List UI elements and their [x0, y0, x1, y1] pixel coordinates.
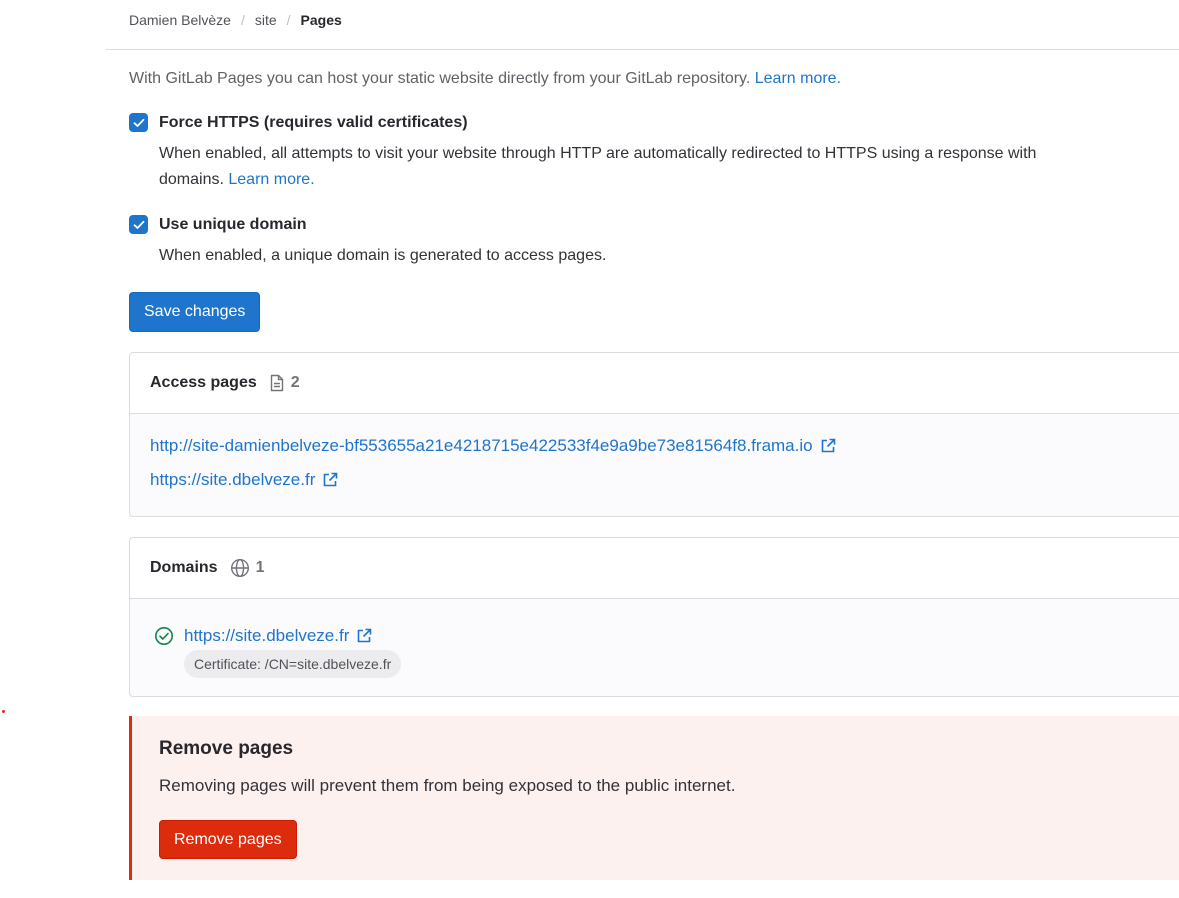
force-https-help-line2: domains. [159, 171, 229, 188]
remove-pages-title: Remove pages [159, 738, 294, 759]
breadcrumb-item-project[interactable]: site [255, 12, 277, 28]
access-pages-card: Access pages 2 http://site-damienbelveze… [129, 352, 1179, 517]
external-link-icon[interactable] [819, 437, 837, 455]
external-link-icon[interactable] [355, 627, 373, 645]
access-pages-count-value: 2 [290, 374, 300, 391]
unique-domain-label[interactable]: Use unique domain [159, 216, 307, 234]
access-page-link[interactable]: https://site.dbelveze.fr [150, 470, 315, 490]
domains-title: Domains [150, 559, 218, 576]
force-https-help: When enabled, all attempts to visit your… [159, 141, 1036, 193]
document-icon [270, 374, 283, 392]
access-pages-count: 2 [269, 374, 300, 392]
force-https-checkbox[interactable] [129, 113, 148, 132]
access-page-link-row: https://site.dbelveze.fr [150, 470, 1162, 490]
intro-learn-more-link[interactable]: Learn more. [755, 70, 841, 87]
force-https-label[interactable]: Force HTTPS (requires valid certificates… [159, 114, 468, 132]
breadcrumb-item-user[interactable]: Damien Belvèze [129, 12, 231, 28]
intro-text: With GitLab Pages you can host your stat… [129, 70, 755, 87]
check-icon [133, 118, 144, 127]
remove-pages-section: Remove pages Removing pages will prevent… [129, 716, 1179, 880]
pages-intro: With GitLab Pages you can host your stat… [129, 70, 841, 88]
save-changes-button[interactable]: Save changes [129, 292, 261, 332]
certificate-badge: Certificate: /CN=site.dbelveze.fr [184, 650, 402, 678]
access-page-link[interactable]: http://site-damienbelveze-bf553655a21e42… [150, 436, 813, 456]
unique-domain-help: When enabled, a unique domain is generat… [159, 247, 607, 264]
unique-domain-option: Use unique domain When enabled, a unique… [129, 215, 606, 269]
force-https-learn-more-link[interactable]: Learn more. [228, 171, 314, 188]
access-pages-title: Access pages [150, 374, 257, 391]
external-link-icon[interactable] [321, 471, 339, 489]
unique-domain-checkbox[interactable] [129, 215, 148, 234]
remove-pages-button[interactable]: Remove pages [159, 820, 297, 859]
domain-link-row: https://site.dbelveze.fr [154, 626, 1162, 646]
remove-pages-description: Removing pages will prevent them from be… [159, 776, 736, 795]
force-https-option: Force HTTPS (requires valid certificates… [129, 113, 1036, 193]
decorative-dot [2, 710, 5, 713]
header-divider [106, 49, 1179, 50]
domains-count: 1 [230, 558, 265, 578]
domains-count-value: 1 [255, 559, 265, 576]
check-icon [133, 220, 144, 229]
domains-card: Domains 1 https://site.dbelveze.fr Certi… [129, 537, 1179, 697]
breadcrumb-current: Pages [300, 12, 342, 28]
domain-link[interactable]: https://site.dbelveze.fr [184, 626, 349, 646]
access-pages-header: Access pages 2 [130, 353, 1179, 414]
domain-item: https://site.dbelveze.fr Certificate: /C… [130, 599, 1179, 678]
globe-icon [230, 558, 249, 578]
domains-header: Domains 1 [130, 538, 1179, 599]
breadcrumb: Damien Belvèze / site / Pages [129, 12, 342, 28]
breadcrumb-separator: / [286, 12, 291, 28]
breadcrumb-separator: / [240, 12, 245, 28]
access-page-link-row: http://site-damienbelveze-bf553655a21e42… [150, 436, 1162, 456]
force-https-help-line1: When enabled, all attempts to visit your… [159, 145, 1037, 162]
check-circle-icon [154, 626, 174, 646]
